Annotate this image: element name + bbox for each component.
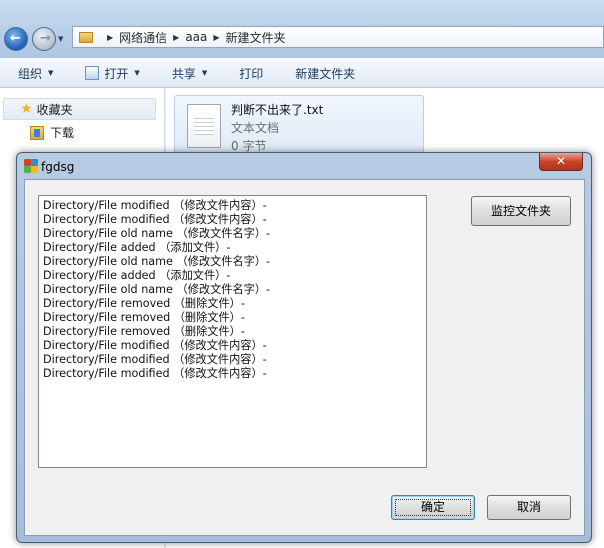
- back-button[interactable]: ←: [4, 27, 28, 51]
- organize-menu[interactable]: 组织 ▼: [0, 65, 67, 82]
- nav-item-label: 下载: [50, 126, 75, 140]
- log-entry[interactable]: Directory/File added （添加文件）-: [43, 241, 426, 255]
- share-menu[interactable]: 共享 ▼: [154, 65, 221, 82]
- nav-item-favorites[interactable]: ★ 收藏夹: [3, 98, 156, 120]
- file-item[interactable]: 判断不出来了.txt 文本文档 0 字节: [174, 95, 424, 155]
- chevron-down-icon: ▼: [134, 69, 140, 77]
- chevron-down-icon: ▼: [201, 69, 208, 77]
- log-entry[interactable]: Directory/File old name （修改文件名字）-: [43, 227, 426, 241]
- download-folder-icon: [30, 125, 44, 140]
- history-dropdown-icon[interactable]: ▼: [58, 35, 63, 43]
- log-entry[interactable]: Directory/File added （添加文件）-: [43, 269, 426, 283]
- back-arrow-icon: ←: [10, 31, 21, 46]
- focus-rectangle: [395, 499, 471, 516]
- log-entry[interactable]: Directory/File modified （修改文件内容）-: [43, 353, 426, 367]
- organize-label: 组织: [18, 66, 43, 81]
- chevron-down-icon: ▼: [48, 69, 54, 77]
- chevron-right-icon[interactable]: ▶: [107, 33, 113, 42]
- print-button[interactable]: 打印: [221, 65, 277, 82]
- explorer-titlebar: ← → ▼ ▶ 网络通信 ▶ aaa ▶ 新建文件夹: [0, 0, 604, 58]
- close-button[interactable]: ✕: [539, 153, 583, 171]
- star-icon: ★: [20, 101, 33, 117]
- new-folder-button[interactable]: 新建文件夹: [277, 65, 369, 82]
- file-name: 判断不出来了.txt: [231, 103, 324, 117]
- open-icon: [85, 66, 100, 80]
- forward-arrow-icon: →: [40, 31, 51, 46]
- monitor-folder-button[interactable]: 监控文件夹: [471, 196, 571, 226]
- chevron-right-icon[interactable]: ▶: [213, 33, 219, 42]
- breadcrumb-item[interactable]: aaa: [185, 30, 207, 44]
- chevron-right-icon[interactable]: ▶: [173, 33, 179, 42]
- monitor-dialog: fgdsg ✕ Directory/File modified （修改文件内容）…: [16, 152, 592, 543]
- folder-icon: [79, 31, 93, 43]
- log-entry[interactable]: Directory/File modified （修改文件内容）-: [43, 213, 426, 227]
- nav-item-downloads[interactable]: 下载: [30, 124, 74, 141]
- text-document-icon: [187, 104, 221, 148]
- file-type: 文本文档: [231, 121, 280, 135]
- event-log-list[interactable]: Directory/File modified （修改文件内容）- Directo…: [38, 195, 427, 468]
- log-entry[interactable]: Directory/File removed （删除文件）-: [43, 297, 426, 311]
- breadcrumb-item[interactable]: 网络通信: [119, 29, 167, 46]
- ok-button[interactable]: 确定: [391, 495, 475, 520]
- nav-item-label: 收藏夹: [36, 102, 73, 117]
- forward-button[interactable]: →: [32, 27, 56, 51]
- address-bar[interactable]: ▶ 网络通信 ▶ aaa ▶ 新建文件夹: [72, 26, 604, 48]
- open-label: 打开: [104, 66, 129, 81]
- app-icon: [24, 159, 38, 173]
- dialog-client-area: Directory/File modified （修改文件内容）- Directo…: [24, 179, 585, 536]
- log-entry[interactable]: Directory/File removed （删除文件）-: [43, 325, 426, 339]
- close-icon: ✕: [555, 154, 567, 168]
- log-entry[interactable]: Directory/File removed （删除文件）-: [43, 311, 426, 325]
- log-entry[interactable]: Directory/File modified （修改文件内容）-: [43, 339, 426, 353]
- log-entry[interactable]: Directory/File old name （修改文件名字）-: [43, 255, 426, 269]
- share-label: 共享: [171, 66, 196, 81]
- command-bar: 组织 ▼ 打开 ▼ 共享 ▼ 打印 新建文件夹: [0, 58, 604, 88]
- open-menu[interactable]: 打开 ▼: [67, 65, 153, 82]
- new-folder-label: 新建文件夹: [295, 66, 356, 81]
- log-entry[interactable]: Directory/File modified （修改文件内容）-: [43, 199, 426, 213]
- cancel-button[interactable]: 取消: [487, 495, 571, 520]
- print-label: 打印: [239, 66, 264, 81]
- dialog-title: fgdsg: [41, 160, 75, 174]
- log-entry[interactable]: Directory/File modified （修改文件内容）-: [43, 367, 426, 381]
- log-entry[interactable]: Directory/File old name （修改文件名字）-: [43, 283, 426, 297]
- breadcrumb-item[interactable]: 新建文件夹: [226, 29, 286, 46]
